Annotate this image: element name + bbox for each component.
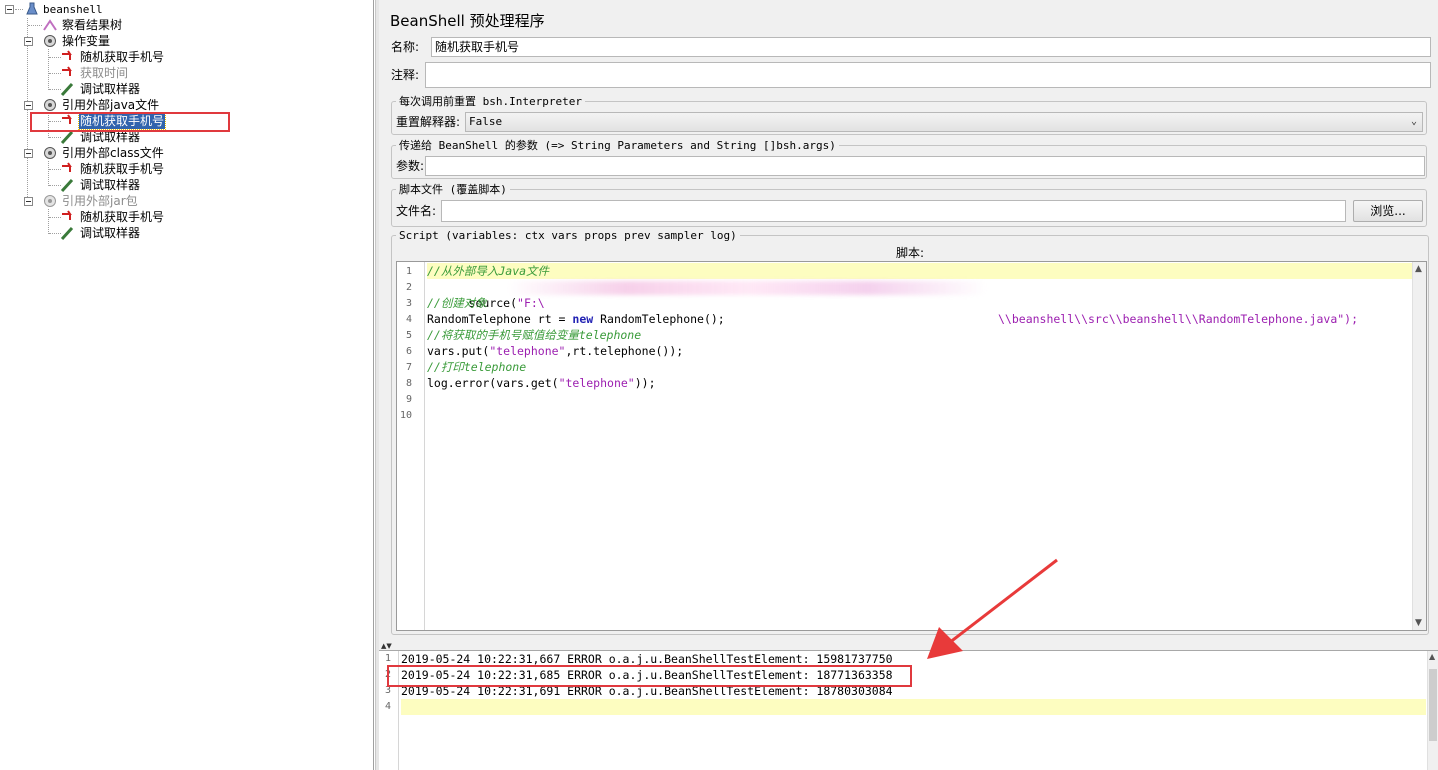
page-title: BeanShell 预处理程序	[390, 12, 545, 30]
params-group-title: 传递给 BeanShell 的参数 (=> String Parameters …	[396, 139, 839, 153]
tree-root-label: beanshell	[43, 3, 103, 16]
sampler-pen-icon	[60, 130, 74, 144]
thread-group-icon	[44, 35, 56, 47]
thread-group-icon	[44, 147, 56, 159]
tree-item-view-results[interactable]: 察看结果树	[42, 17, 123, 33]
preprocessor-icon	[62, 162, 72, 172]
scroll-down-icon[interactable]: ▼	[1415, 618, 1422, 628]
script-label: 脚本:	[896, 246, 925, 260]
tree-item-group-jar[interactable]: 引用外部jar包	[42, 193, 139, 209]
script-group-title: Script (variables: ctx vars props prev s…	[396, 229, 740, 243]
line-number-gutter: 1 2 3 4 5 6 7 8 9 10	[397, 262, 425, 630]
tree-item-label: 操作变量	[62, 34, 111, 48]
log-scrollbar[interactable]: ▲	[1427, 651, 1438, 770]
redacted-path-blur	[507, 281, 987, 295]
sampler-pen-icon	[60, 82, 74, 96]
tree-item-label: 获取时间	[80, 66, 129, 80]
comment-field[interactable]	[425, 62, 1431, 88]
highlight-box-tree	[30, 112, 230, 132]
tree-root[interactable]: beanshell	[24, 1, 104, 17]
collapse-icon[interactable]	[24, 37, 33, 46]
script-editor[interactable]: 1 2 3 4 5 6 7 8 9 10 //从外部导入Java文件 sourc…	[396, 261, 1427, 631]
code-line-5: //将获取的手机号赋值给变量telephone	[427, 328, 642, 342]
tree-item-label: 引用外部java文件	[62, 98, 160, 112]
tree-item-get-time[interactable]: 获取时间	[60, 65, 129, 81]
tree-item-group-vars[interactable]: 操作变量	[42, 33, 111, 49]
reset-interpreter-select[interactable]: False ⌄	[465, 112, 1423, 132]
tree-item-debug-sampler-3[interactable]: 调试取样器	[60, 177, 141, 193]
tree-item-group-java[interactable]: 引用外部java文件	[42, 97, 160, 113]
params-label: 参数:	[396, 159, 425, 173]
scroll-thumb[interactable]	[1429, 669, 1437, 741]
tree-item-random-phone-3[interactable]: 随机获取手机号	[60, 161, 165, 177]
params-field[interactable]	[425, 156, 1425, 176]
beanshell-preprocessor-panel: BeanShell 预处理程序 名称: 随机获取手机号 注释: 每次调用前重置 …	[379, 0, 1438, 770]
tree-item-label: 引用外部class文件	[62, 146, 164, 160]
preprocessor-icon	[62, 210, 72, 220]
file-label: 文件名:	[396, 204, 437, 218]
tree-item-label: 随机获取手机号	[80, 162, 165, 176]
sampler-pen-icon	[60, 178, 74, 192]
comment-label: 注释:	[391, 68, 420, 82]
reset-value: False	[469, 115, 503, 128]
chevron-down-icon: ⌄	[1410, 116, 1417, 127]
file-name-field[interactable]	[441, 200, 1346, 222]
tree-item-label: 随机获取手机号	[80, 50, 165, 64]
reset-label: 重置解释器:	[396, 115, 461, 129]
tree-item-debug-sampler-1[interactable]: 调试取样器	[60, 81, 141, 97]
thread-group-icon	[44, 195, 56, 207]
preprocessor-icon	[62, 66, 72, 76]
tree-item-label: 调试取样器	[80, 178, 141, 192]
annotation-arrow-icon	[927, 558, 1058, 659]
tree-item-label: 调试取样器	[80, 82, 141, 96]
tree-item-random-phone-1[interactable]: 随机获取手机号	[60, 49, 165, 65]
code-line-8: log.error(vars.get("telephone"));	[427, 376, 656, 390]
results-tree-icon	[43, 19, 57, 31]
tree-item-label: 引用外部jar包	[62, 194, 138, 208]
scroll-up-icon[interactable]: ▲	[1429, 652, 1435, 661]
collapse-root-icon[interactable]	[5, 5, 14, 14]
editor-scrollbar[interactable]: ▲ ▼	[1412, 262, 1426, 630]
tree-item-label: 察看结果树	[62, 18, 123, 32]
file-group-title: 脚本文件 (覆盖脚本)	[396, 183, 510, 197]
reset-group-title: 每次调用前重置 bsh.Interpreter	[396, 95, 585, 109]
scroll-up-icon[interactable]: ▲	[1415, 264, 1422, 274]
flask-icon	[26, 2, 38, 15]
log-line-4	[401, 699, 1426, 715]
code-line-1: //从外部导入Java文件	[427, 263, 1412, 279]
browse-button[interactable]: 浏览...	[1353, 200, 1423, 222]
tree-item-random-phone-4[interactable]: 随机获取手机号	[60, 209, 165, 225]
code-line-6: vars.put("telephone",rt.telephone());	[427, 344, 684, 358]
split-arrows-icon[interactable]: ▲▼	[381, 642, 392, 650]
tree-item-debug-sampler-4[interactable]: 调试取样器	[60, 225, 141, 241]
thread-group-icon	[44, 99, 56, 111]
test-plan-tree[interactable]: beanshell 察看结果树 操作变量 随机获取手机号 获取时间 调试取样器 …	[0, 0, 374, 770]
code-line-7: //打印telephone	[427, 360, 527, 374]
collapse-icon[interactable]	[24, 101, 33, 110]
collapse-icon[interactable]	[24, 149, 33, 158]
sampler-pen-icon	[60, 226, 74, 240]
tree-item-label: 随机获取手机号	[80, 210, 165, 224]
code-line-3: //创建对象	[427, 296, 487, 310]
highlight-box-log	[387, 665, 912, 687]
name-field[interactable]: 随机获取手机号	[431, 37, 1431, 57]
tree-item-group-class[interactable]: 引用外部class文件	[42, 145, 165, 161]
collapse-icon[interactable]	[24, 197, 33, 206]
preprocessor-icon	[62, 50, 72, 60]
name-label: 名称:	[391, 40, 420, 54]
code-line-4: RandomTelephone rt = new RandomTelephone…	[427, 312, 725, 326]
tree-item-label: 调试取样器	[80, 226, 141, 240]
